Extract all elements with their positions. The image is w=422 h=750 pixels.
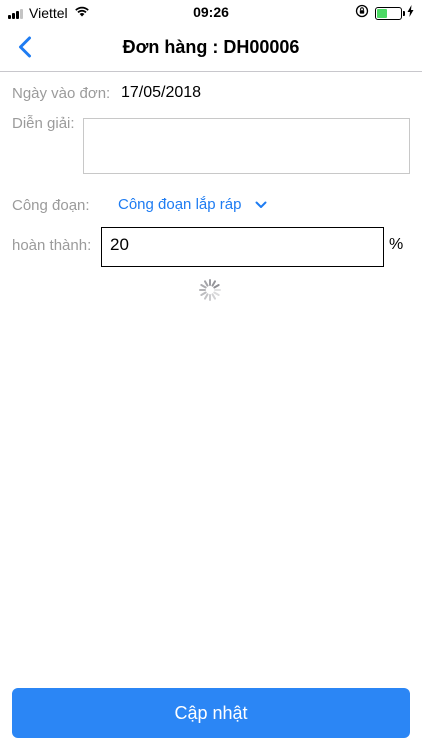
percent-sign: % [389, 236, 404, 253]
completion-input[interactable]: 20 [101, 227, 384, 267]
update-button[interactable]: Cập nhật [12, 688, 410, 738]
update-button-label: Cập nhật [174, 702, 248, 723]
order-date-label: Ngày vào đơn: [12, 85, 111, 102]
navigation-bar: Đơn hàng : DH00006 [0, 26, 422, 72]
stage-dropdown-value: Công đoạn lắp ráp [118, 196, 242, 213]
stage-label: Công đoạn: [12, 197, 90, 214]
status-bar: Viettel 09:26 [0, 0, 422, 26]
chevron-down-icon [255, 201, 267, 209]
back-button[interactable] [8, 32, 42, 66]
chevron-left-icon [18, 36, 32, 63]
description-label: Diễn giải: [12, 115, 75, 132]
orientation-lock-icon [355, 4, 369, 23]
charging-bolt-icon [407, 4, 414, 22]
page-title: Đơn hàng : DH00006 [122, 37, 300, 57]
status-right [355, 4, 414, 23]
battery-icon [375, 6, 405, 20]
completion-label: hoàn thành: [12, 237, 92, 254]
order-date-value: 17/05/2018 [121, 84, 202, 101]
stage-dropdown[interactable]: Công đoạn lắp ráp [118, 196, 267, 213]
spinner-icon [199, 279, 221, 301]
description-textarea[interactable] [83, 118, 410, 174]
battery-fill [377, 8, 388, 18]
